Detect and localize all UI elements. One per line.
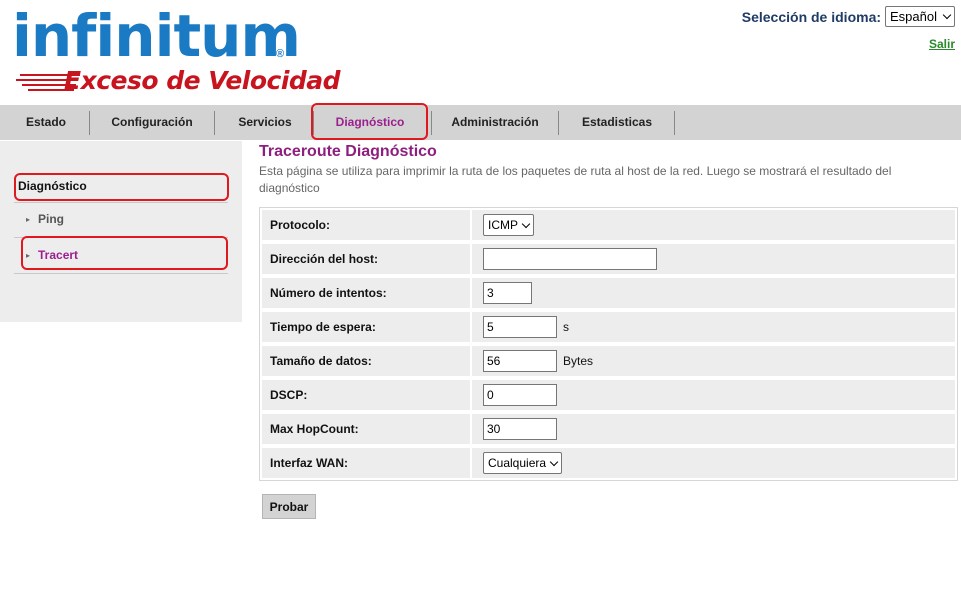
brand-tagline: Exceso de Velocidad [64,66,341,95]
max-hop-label: Max HopCount: [262,414,470,444]
wan-interface-value: Cualquiera [488,456,547,470]
page-description: Esta página se utiliza para imprimir la … [259,164,892,195]
form-row-dscp: DSCP: 0 [260,378,957,412]
sidebar-divider [14,237,228,238]
tab-estado[interactable]: Estado [0,105,92,140]
form-row-timeout: Tiempo de espera: 5 s [260,310,957,344]
tab-estadisticas[interactable]: Estadisticas [559,105,675,140]
sidebar-item-label: Tracert [38,248,79,262]
sidebar-title: Diagnóstico [18,179,87,193]
dscp-label: DSCP: [262,380,470,410]
attempts-label: Número de intentos: [262,278,470,308]
traceroute-form: Protocolo: ICMP Dirección del host: Núme… [259,207,958,481]
bullet-icon: ▸ [26,214,31,224]
sidebar-divider [14,202,228,203]
timeout-input[interactable]: 5 [483,316,557,338]
timeout-label: Tiempo de espera: [262,312,470,342]
bullet-icon: ▸ [26,250,31,260]
protocol-label: Protocolo: [262,210,470,240]
language-label: Selección de idioma: [741,8,882,25]
main-nav: Estado Configuración Servicios Diagnósti… [0,105,961,140]
max-hop-input[interactable]: 30 [483,418,557,440]
wan-interface-select[interactable]: Cualquiera [483,452,563,474]
sidebar-item-tracert[interactable]: ▸ Tracert [26,248,78,262]
form-row-protocol: Protocolo: ICMP [260,208,957,242]
chevron-down-icon [549,457,559,466]
page-title: Traceroute Diagnóstico [259,143,437,160]
form-row-host: Dirección del host: [260,242,957,276]
tab-administracion[interactable]: Administración [432,105,558,140]
registered-mark: ® [276,48,285,60]
form-row-data-size: Tamaño de datos: 56 Bytes [260,344,957,378]
form-row-max-hop: Max HopCount: 30 [260,412,957,446]
language-select[interactable]: Español [885,6,955,27]
host-label: Dirección del host: [262,244,470,274]
form-row-wan: Interfaz WAN: Cualquiera [260,446,957,480]
sidebar-item-ping[interactable]: ▸ Ping [26,212,64,226]
tab-servicios[interactable]: Servicios [215,105,315,140]
brand-logo: infinitum ® Exceso de Velocidad [12,4,341,96]
language-value: Español [890,9,937,24]
brand-name: infinitum [12,2,301,70]
tab-configuracion[interactable]: Configuración [90,105,214,140]
wan-label: Interfaz WAN: [262,448,470,478]
probar-button[interactable]: Probar [262,494,316,519]
timeout-unit: s [563,320,569,334]
form-row-attempts: Número de intentos: 3 [260,276,957,310]
dscp-input[interactable]: 0 [483,384,557,406]
host-input[interactable] [483,248,657,270]
nav-divider [674,111,675,135]
chevron-down-icon [942,10,952,20]
sidebar-divider [14,273,228,274]
language-selector: Selección de idioma: Español [742,6,955,27]
data-size-input[interactable]: 56 [483,350,557,372]
sidebar-item-label: Ping [38,212,65,226]
sidebar: Diagnóstico ▸ Ping ▸ Tracert [0,141,242,322]
data-size-label: Tamaño de datos: [262,346,470,376]
chevron-down-icon [521,219,531,228]
data-size-unit: Bytes [563,354,594,368]
tab-diagnostico[interactable]: Diagnóstico [314,105,426,140]
attempts-input[interactable]: 3 [483,282,532,304]
protocol-value: ICMP [488,218,518,232]
logout-link[interactable]: Salir [929,37,955,51]
protocol-select[interactable]: ICMP [483,214,534,236]
